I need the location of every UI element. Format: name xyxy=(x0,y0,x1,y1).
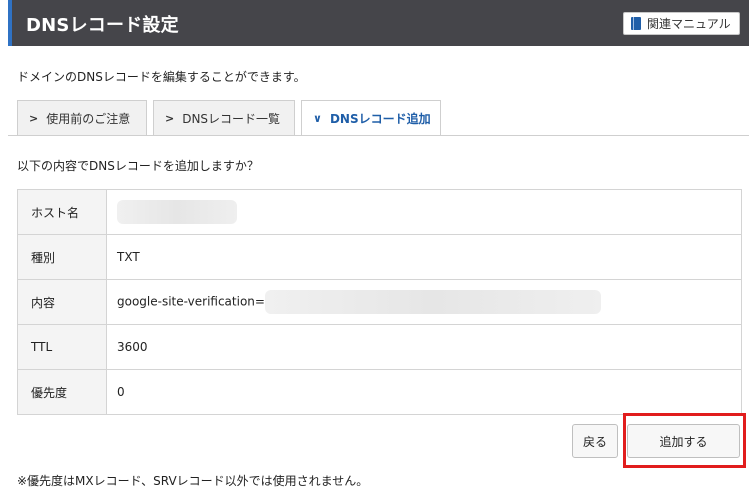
record-confirm-table: ホスト名 種別 TXT 内容 google-site-verification=… xyxy=(17,189,742,415)
table-row: 種別 TXT xyxy=(17,234,742,280)
tab-label: DNSレコード追加 xyxy=(329,112,431,126)
content-value-text: google-site-verification= xyxy=(117,294,265,309)
priority-note: ※優先度はMXレコード、SRVレコード以外では使用されません。 xyxy=(17,474,369,488)
header-accent-bar xyxy=(8,0,12,46)
tabs-divider xyxy=(8,135,749,136)
table-row: 優先度 0 xyxy=(17,369,742,415)
chevron-down-icon: ∨ xyxy=(313,112,322,125)
chevron-right-icon: > xyxy=(29,111,39,125)
page-description: ドメインのDNSレコードを編集することができます。 xyxy=(17,70,306,84)
redacted-content-value xyxy=(264,290,601,314)
tab-dns-record-add[interactable]: ∨ DNSレコード追加 xyxy=(301,100,441,136)
content-value: google-site-verification= xyxy=(106,279,742,325)
host-label: ホスト名 xyxy=(17,189,107,235)
related-manual-button[interactable]: 関連マニュアル xyxy=(623,12,740,35)
priority-label: 優先度 xyxy=(17,369,107,415)
tab-dns-record-list[interactable]: > DNSレコード一覧 xyxy=(153,100,295,135)
related-manual-label: 関連マニュアル xyxy=(647,17,731,31)
page-header: DNSレコード設定 関連マニュアル xyxy=(8,0,749,46)
book-icon xyxy=(631,17,641,30)
type-value: TXT xyxy=(106,234,742,280)
type-label: 種別 xyxy=(17,234,107,280)
ttl-label: TTL xyxy=(17,324,107,370)
tab-label: 使用前のご注意 xyxy=(46,111,131,126)
tab-precautions[interactable]: > 使用前のご注意 xyxy=(17,100,147,135)
table-row: 内容 google-site-verification= xyxy=(17,279,742,325)
tab-label: DNSレコード一覧 xyxy=(182,111,281,126)
add-button[interactable]: 追加する xyxy=(627,424,740,458)
host-value xyxy=(106,189,742,235)
content-label: 内容 xyxy=(17,279,107,325)
chevron-right-icon: > xyxy=(165,111,175,125)
table-row: TTL 3600 xyxy=(17,324,742,370)
redacted-host-value xyxy=(117,200,237,224)
priority-value: 0 xyxy=(106,369,742,415)
confirm-question: 以下の内容でDNSレコードを追加しますか？ xyxy=(17,159,259,173)
table-row: ホスト名 xyxy=(17,189,742,235)
page-title: DNSレコード設定 xyxy=(26,15,179,36)
back-button[interactable]: 戻る xyxy=(572,424,618,458)
ttl-value: 3600 xyxy=(106,324,742,370)
